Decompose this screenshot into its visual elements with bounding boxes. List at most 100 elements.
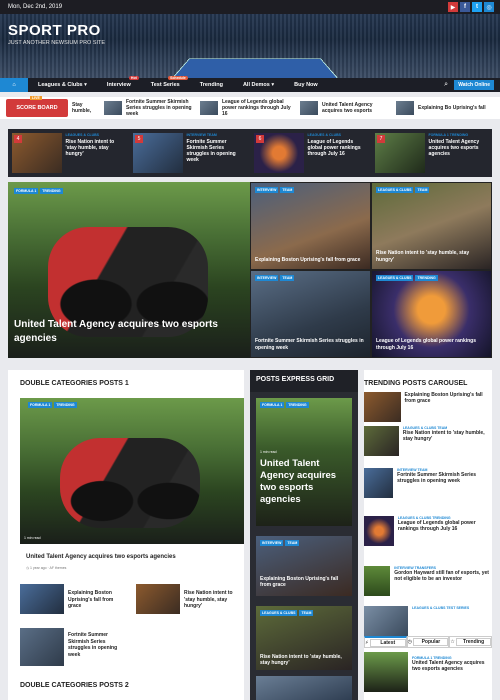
post-title[interactable]: Rise Nation intent to 'stay humble, stay… <box>260 654 350 666</box>
express-item[interactable] <box>256 676 352 700</box>
tag[interactable]: INTERVIEW <box>260 540 284 546</box>
tab-trending[interactable]: ☆ Trending <box>449 636 493 648</box>
carousel-title[interactable]: Gordon Hayward still fan of esports, yet… <box>394 570 492 582</box>
trending-carousel: TRENDING POSTS CAROUSEL Explaining Bosto… <box>364 370 492 700</box>
express-item[interactable]: LEAGUES & CLUBS TEAM Rise Nation intent t… <box>256 606 352 670</box>
mini-thumb[interactable] <box>20 584 64 614</box>
carousel-title[interactable]: League of Legends global power rankings … <box>398 520 492 532</box>
carousel-title[interactable]: Explaining Boston Uprising's fall from g… <box>405 392 492 404</box>
ticker-item[interactable]: Explaining Bo Uprising's fall <box>396 101 488 115</box>
tab-post-thumb[interactable] <box>364 652 408 692</box>
tag[interactable]: TEAM <box>299 610 314 616</box>
motorbike-image <box>60 438 200 528</box>
tab-post[interactable]: FORMULA 1 TRENDING United Talent Agency … <box>412 656 492 672</box>
strip-title: Fortnite Summer Skirmish Series struggle… <box>186 139 236 163</box>
twitter-icon[interactable]: t <box>472 2 482 12</box>
post-title[interactable]: United Talent Agency acquires two esport… <box>260 458 350 506</box>
featured-image[interactable]: FORMULA 1 TRENDING 1 min read <box>20 398 244 544</box>
tile-title[interactable]: Explaining Boston Uprising's fall from g… <box>255 257 367 264</box>
carousel-category[interactable]: LEAGUES & CLUBS TEST SERIES <box>412 606 469 610</box>
tab-post-title[interactable]: United Talent Agency acquires two esport… <box>412 660 492 672</box>
watch-online-button[interactable]: Watch Online <box>454 80 494 90</box>
carousel-item[interactable]: LEAGUES & CLUBS TEAM Rise Nation intent t… <box>364 426 492 458</box>
tag[interactable]: FORMULA 1 <box>260 402 285 408</box>
tag[interactable]: FORMULA 1 <box>14 188 39 194</box>
tag[interactable]: TRENDING <box>40 188 63 194</box>
express-feature[interactable]: FORMULA 1 TRENDING 1 min read United Tale… <box>256 398 352 526</box>
site-logo[interactable]: SPORT PRO <box>8 22 101 39</box>
youtube-icon[interactable]: ▶ <box>448 2 458 12</box>
tab-popular[interactable]: ◷ Popular <box>406 636 450 648</box>
ticker-thumb <box>396 101 414 115</box>
mini-thumb[interactable] <box>136 584 180 614</box>
carousel-item[interactable]: INTERVIEW TEAM Fortnite Summer Skirmish S… <box>364 468 492 500</box>
mini-title[interactable]: Rise Nation intent to 'stay humble, stay… <box>184 590 236 610</box>
tile-title[interactable]: Rise Nation intent to 'stay humble, stay… <box>376 250 488 263</box>
tag[interactable]: TEAM <box>415 187 430 193</box>
tag[interactable]: TRENDING <box>54 402 77 408</box>
nav-trending[interactable]: Trending <box>190 78 233 92</box>
nav-interview[interactable]: Interview Hot <box>97 76 141 92</box>
strip-item[interactable]: 6 LEAGUES & CLUBS League of Legends globa… <box>250 129 371 177</box>
featured-grid: FORMULA 1 TRENDING United Talent Agency … <box>8 182 492 358</box>
strip-number: 4 <box>14 135 22 143</box>
post-title[interactable]: United Talent Agency acquires two esport… <box>14 318 234 346</box>
ticker-item[interactable]: United Talent Agency acquires two esport… <box>300 101 392 115</box>
grid-tile[interactable]: LEAGUES & CLUBS TEAM Rise Nation intent t… <box>371 182 492 270</box>
nav-leagues[interactable]: Leagues & Clubs ▾ <box>28 78 97 92</box>
section-title: DOUBLE CATEGORIES POSTS 2 <box>20 682 129 689</box>
grid-tile[interactable]: INTERVIEW TEAM Fortnite Summer Skirmish S… <box>250 270 371 358</box>
section-title: TRENDING POSTS CAROUSEL <box>364 380 468 387</box>
tile-title[interactable]: League of Legends global power rankings … <box>376 338 488 351</box>
carousel-item[interactable]: LEAGUES & CLUBS TEST SERIES <box>364 606 492 638</box>
carousel-title[interactable]: Rise Nation intent to 'stay humble, stay… <box>403 430 492 442</box>
post-title[interactable]: United Talent Agency acquires two esport… <box>26 554 226 561</box>
nav-label: Buy Now <box>294 82 318 88</box>
tag[interactable]: LEAGUES & CLUBS <box>260 610 298 616</box>
strip-item[interactable]: 4 LEAGUES & CLUBS Rise Nation intent to '… <box>8 129 129 177</box>
strip-category: LEAGUES & CLUBS <box>65 133 99 137</box>
grid-tile[interactable]: LEAGUES & CLUBS TRENDING League of Legend… <box>371 270 492 358</box>
post-title[interactable]: Explaining Boston Uprising's fall from g… <box>260 576 350 588</box>
mini-title[interactable]: Fortnite Summer Skirmish Series struggle… <box>68 632 120 658</box>
post-author[interactable]: AF themes <box>50 566 67 570</box>
tab-latest[interactable]: ⚡ Latest <box>364 636 407 648</box>
tag[interactable]: LEAGUES & CLUBS <box>376 187 414 193</box>
ticker-item[interactable]: Stay humble, <box>72 101 102 115</box>
home-icon[interactable]: ⌂ <box>0 78 28 92</box>
mini-thumb[interactable] <box>20 628 64 666</box>
nav-all-demos[interactable]: All Demos ▾ <box>233 78 284 92</box>
tag[interactable]: FORMULA 1 <box>28 402 53 408</box>
grid-tile[interactable]: INTERVIEW TEAM Explaining Boston Uprising… <box>250 182 371 270</box>
post-date: 1 year ago <box>30 566 47 570</box>
tile-title[interactable]: Fortnite Summer Skirmish Series struggle… <box>255 338 367 351</box>
mini-title[interactable]: Explaining Boston Uprising's fall from g… <box>68 590 120 610</box>
nav-buy-now[interactable]: Buy Now <box>284 78 328 92</box>
carousel-item[interactable]: Explaining Boston Uprising's fall from g… <box>364 392 492 424</box>
carousel-thumb <box>364 426 399 456</box>
tag[interactable]: TRENDING <box>286 402 309 408</box>
instagram-icon[interactable]: ◎ <box>484 2 494 12</box>
search-icon[interactable]: ⌕ <box>444 81 448 89</box>
tag[interactable]: TRENDING <box>415 275 438 281</box>
express-item[interactable]: INTERVIEW TEAM Explaining Boston Uprising… <box>256 536 352 596</box>
facebook-icon[interactable]: f <box>460 2 470 12</box>
featured-main-post[interactable]: FORMULA 1 TRENDING United Talent Agency … <box>8 182 250 358</box>
nav-test-series[interactable]: Test Series Schedule <box>141 76 190 92</box>
ticker-item[interactable]: Fortnite Summer Skirmish Series struggle… <box>104 99 196 117</box>
strip-item[interactable]: 7 FORMULA 1 TRENDING United Talent Agency… <box>371 129 492 177</box>
tag[interactable]: LEAGUES & CLUBS <box>376 275 414 281</box>
carousel-title[interactable]: Fortnite Summer Skirmish Series struggle… <box>397 472 492 484</box>
tag[interactable]: TEAM <box>280 275 295 281</box>
tag[interactable]: INTERVIEW <box>255 187 279 193</box>
score-board-text: SCORE BOARD <box>16 105 58 111</box>
score-board-label: LIVE SCORE BOARD <box>6 96 68 117</box>
carousel-item[interactable]: LEAGUES & CLUBS TRENDING League of Legend… <box>364 516 492 548</box>
carousel-item[interactable]: INTERVIEW TRANSFERS Gordon Hayward still … <box>364 566 492 598</box>
strip-item[interactable]: 5 INTERVIEW TEAM Fortnite Summer Skirmish… <box>129 129 250 177</box>
tag[interactable]: INTERVIEW <box>255 275 279 281</box>
tag[interactable]: TEAM <box>285 540 300 546</box>
strip-title: United Talent Agency acquires two esport… <box>428 139 480 157</box>
tag[interactable]: TEAM <box>280 187 295 193</box>
ticker-item[interactable]: League of Legends global power rankings … <box>200 99 292 117</box>
